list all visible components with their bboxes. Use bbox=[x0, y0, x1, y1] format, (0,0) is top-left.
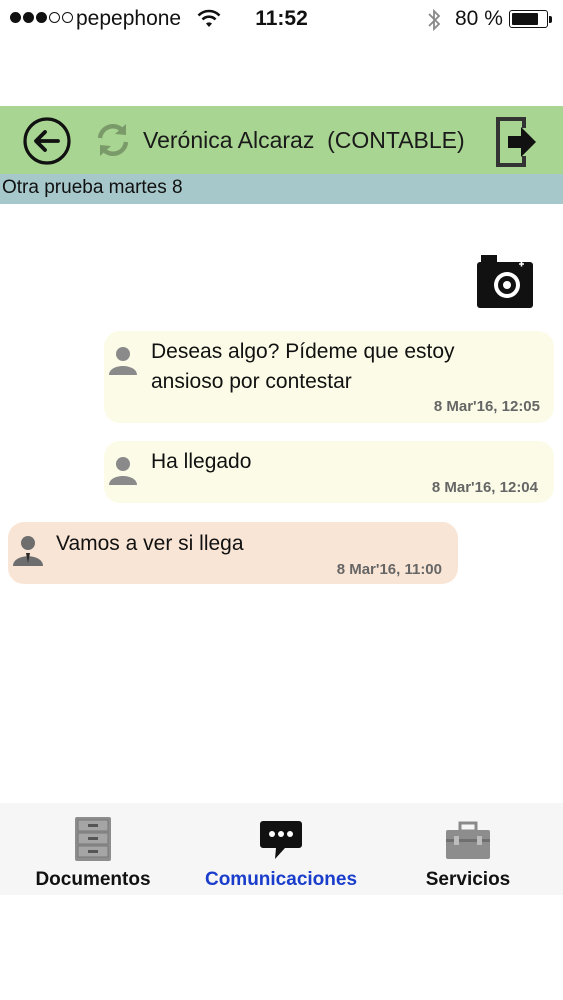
battery-percent: 80 % bbox=[455, 7, 503, 30]
message-text: Vamos a ver si llega bbox=[56, 532, 244, 555]
bottom-tab-bar: Documentos Comunicaciones Servicios bbox=[0, 803, 563, 895]
contact-name-title: Verónica Alcaraz (CONTABLE) bbox=[143, 127, 465, 153]
tab-label: Servicios bbox=[425, 869, 511, 890]
message-timestamp: 8 Mar'16, 12:04 bbox=[431, 479, 538, 496]
tab-documentos[interactable]: Documentos bbox=[13, 803, 173, 895]
contact-avatar-icon bbox=[13, 536, 43, 566]
message-bubble-incoming[interactable]: Vamos a ver si llega 8 Mar'16, 11:00 bbox=[8, 522, 458, 584]
toolbox-icon bbox=[446, 821, 490, 859]
battery-icon bbox=[509, 10, 552, 28]
chat-bubble-icon bbox=[260, 821, 302, 859]
message-timestamp: 8 Mar'16, 11:00 bbox=[336, 561, 442, 578]
logout-icon[interactable] bbox=[494, 114, 540, 170]
tab-label: Documentos bbox=[35, 869, 151, 890]
conversation-header: Verónica Alcaraz (CONTABLE) bbox=[0, 106, 563, 174]
message-timestamp: 8 Mar'16, 12:05 bbox=[433, 398, 540, 415]
tab-servicios[interactable]: Servicios bbox=[388, 803, 548, 895]
user-avatar-icon bbox=[109, 347, 137, 375]
back-arrow-circle-icon[interactable] bbox=[22, 116, 72, 166]
refresh-icon[interactable] bbox=[93, 120, 133, 160]
camera-icon[interactable] bbox=[475, 252, 535, 310]
message-bubble-outgoing[interactable]: Deseas algo? Pídeme que estoy ansioso po… bbox=[104, 331, 554, 423]
message-text: Ha llegado bbox=[151, 450, 252, 473]
message-bubble-outgoing[interactable]: Ha llegado 8 Mar'16, 12:04 bbox=[104, 441, 554, 503]
conversation-subject: Otra prueba martes 8 bbox=[2, 177, 183, 198]
user-avatar-icon bbox=[109, 457, 137, 485]
tab-label: Comunicaciones bbox=[204, 869, 358, 890]
tab-comunicaciones[interactable]: Comunicaciones bbox=[191, 803, 371, 895]
message-text: Deseas algo? Pídeme que estoy ansioso po… bbox=[151, 340, 455, 393]
bluetooth-icon bbox=[428, 8, 441, 32]
status-bar: pepephone 11:52 80 % bbox=[0, 0, 563, 40]
file-cabinet-icon bbox=[75, 817, 111, 861]
conversation-subject-bar: Otra prueba martes 8 bbox=[0, 174, 563, 204]
